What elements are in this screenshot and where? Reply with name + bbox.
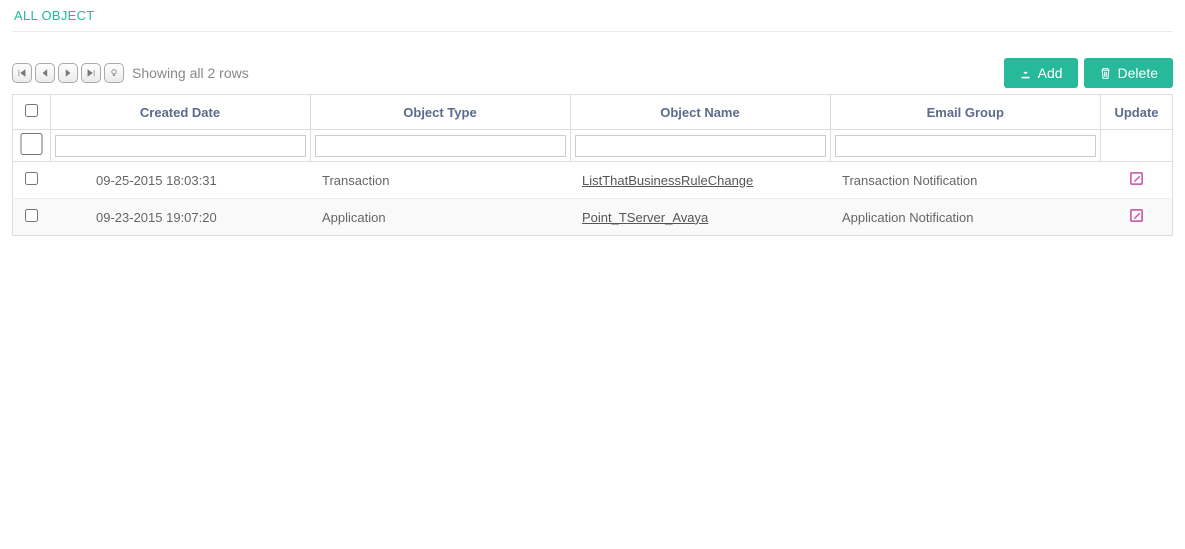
toolbar: Showing all 2 rows Add Delete: [12, 58, 1173, 88]
pager-last-button[interactable]: [81, 63, 101, 83]
filter-type-input[interactable]: [315, 135, 566, 157]
select-all-checkbox[interactable]: [25, 104, 38, 117]
table-row: 09-25-2015 18:03:31Transaction ListThatBu…: [13, 162, 1173, 199]
header-update: Update: [1101, 95, 1173, 130]
filter-row-checkbox[interactable]: [17, 133, 46, 155]
cell-created: 09-25-2015 18:03:31: [50, 162, 310, 199]
cell-group: Transaction Notification: [830, 162, 1101, 199]
pager-prev-button[interactable]: [35, 63, 55, 83]
pager-first-button[interactable]: [12, 63, 32, 83]
filter-row: [13, 130, 1173, 162]
first-page-icon: [17, 68, 27, 78]
cell-created: 09-23-2015 19:07:20: [50, 199, 310, 236]
filter-update-cell: [1101, 130, 1173, 162]
filter-checkbox-cell: [13, 130, 51, 162]
download-icon: [1019, 67, 1032, 80]
pager-next-button[interactable]: [58, 63, 78, 83]
filter-name-input[interactable]: [575, 135, 826, 157]
row-checkbox[interactable]: [25, 209, 38, 222]
bulb-icon: [109, 68, 119, 78]
filter-created-input[interactable]: [55, 135, 306, 157]
page-title: ALL OBJECT: [14, 8, 1173, 23]
divider: [12, 31, 1173, 32]
delete-button[interactable]: Delete: [1084, 58, 1173, 88]
table-row: 09-23-2015 19:07:20Application Point_TSer…: [13, 199, 1173, 236]
trash-icon: [1099, 67, 1112, 80]
pager: [12, 63, 124, 83]
header-row: Created Date Object Type Object Name Ema…: [13, 95, 1173, 130]
add-button-label: Add: [1038, 65, 1063, 81]
pager-wrap: Showing all 2 rows: [12, 63, 249, 83]
row-status: Showing all 2 rows: [132, 65, 249, 81]
header-created[interactable]: Created Date: [50, 95, 310, 130]
row-checkbox[interactable]: [25, 172, 38, 185]
table-body: 09-25-2015 18:03:31Transaction ListThatBu…: [13, 162, 1173, 236]
prev-page-icon: [40, 68, 50, 78]
filter-group-input[interactable]: [835, 135, 1097, 157]
pager-refresh-button[interactable]: [104, 63, 124, 83]
add-button[interactable]: Add: [1004, 58, 1078, 88]
object-table: Created Date Object Type Object Name Ema…: [12, 94, 1173, 236]
next-page-icon: [63, 68, 73, 78]
cell-type: Transaction: [310, 162, 570, 199]
header-type[interactable]: Object Type: [310, 95, 570, 130]
delete-button-label: Delete: [1118, 65, 1158, 81]
object-name-link[interactable]: Point_TServer_Avaya: [582, 210, 708, 225]
last-page-icon: [86, 68, 96, 78]
object-name-link[interactable]: ListThatBusinessRuleChange: [582, 173, 753, 188]
cell-group: Application Notification: [830, 199, 1101, 236]
edit-icon: [1129, 208, 1144, 223]
header-group[interactable]: Email Group: [830, 95, 1101, 130]
edit-button[interactable]: [1129, 174, 1144, 189]
header-checkbox-cell: [13, 95, 51, 130]
action-buttons: Add Delete: [1004, 58, 1173, 88]
edit-icon: [1129, 171, 1144, 186]
header-name[interactable]: Object Name: [570, 95, 830, 130]
cell-type: Application: [310, 199, 570, 236]
edit-button[interactable]: [1129, 211, 1144, 226]
